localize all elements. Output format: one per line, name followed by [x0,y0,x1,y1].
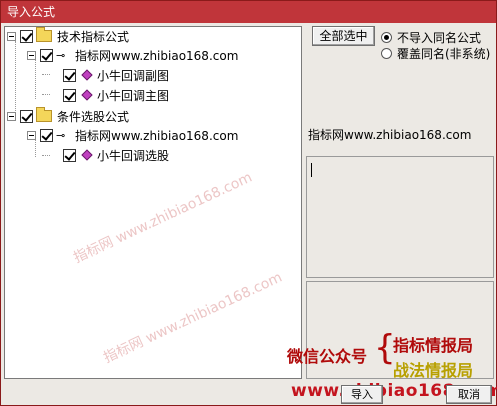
tree-node-label: 指标网www.zhibiao168.com [75,128,239,143]
dialog-title: 导入公式 [1,1,496,23]
key-icon: ⊸ [56,48,66,62]
tree-node-tech-indicators[interactable]: 技术指标公式 [7,27,129,45]
formula-tree[interactable]: 技术指标公式 ⊸ 指标网www.zhibiao168.com 小牛回调副图 小牛… [4,26,302,379]
watermark: 指标网 www.zhibiao168.com [101,269,285,367]
import-formula-dialog: 导入公式 技术指标公式 ⊸ 指标网www.zhibiao168.com 小牛回调… [0,0,497,406]
radio-skip-duplicates[interactable]: 不导入同名公式 [381,29,481,46]
checkbox[interactable] [63,68,76,82]
checkbox[interactable] [40,128,53,142]
formula-icon [81,89,93,101]
tree-connector [42,155,50,156]
tree-node-label: 指标网www.zhibiao168.com [75,48,239,63]
checkbox[interactable] [20,109,33,123]
tree-node-stock-screening[interactable]: 条件选股公式 [7,107,129,125]
import-button[interactable]: 导入 [341,385,383,404]
formula-description-box[interactable] [306,156,494,278]
checkbox[interactable] [20,29,33,43]
text-caret [311,163,312,177]
radio-label: 覆盖同名(非系统) [397,47,491,61]
tree-node-formula[interactable]: 小牛回调主图 [63,86,169,104]
tree-node-label: 小牛回调副图 [97,68,170,83]
folder-icon [36,27,52,42]
collapse-icon[interactable] [27,50,36,60]
collapse-icon[interactable] [7,111,16,121]
checkbox[interactable] [63,148,76,162]
promo-line-1: 指标情报局 [393,336,474,355]
tree-node-label: 技术指标公式 [57,29,130,44]
tree-node-formula[interactable]: 小牛回调选股 [63,146,169,164]
collapse-icon[interactable] [27,130,36,140]
cancel-button[interactable]: 取消 [446,385,492,404]
tree-node-formula[interactable]: 小牛回调副图 [63,66,169,84]
folder-icon [36,107,52,122]
selected-formula-name: 指标网www.zhibiao168.com [308,128,472,142]
checkbox[interactable] [63,88,76,102]
tree-node-label: 条件选股公式 [57,109,130,124]
key-icon: ⊸ [56,128,66,142]
checkbox[interactable] [40,48,53,62]
formula-icon [81,69,93,81]
tree-node-label: 小牛回调主图 [97,88,170,103]
radio-label: 不导入同名公式 [397,31,482,45]
formula-icon [81,149,93,161]
radio-overwrite-duplicates[interactable]: 覆盖同名(非系统) [381,45,490,62]
radio-button[interactable] [381,32,392,43]
watermark: 指标网 www.zhibiao168.com [71,169,255,267]
tree-connector [42,74,50,75]
radio-button[interactable] [381,48,392,59]
tree-node-author[interactable]: ⊸ 指标网www.zhibiao168.com [27,46,238,64]
wechat-label: 微信公众号 [287,347,368,366]
tree-node-label: 小牛回调选股 [97,148,170,163]
tree-connector [42,94,50,95]
tree-connector [35,59,36,99]
select-all-button[interactable]: 全部选中 [312,26,375,46]
promo-line-2: 战法情报局 [393,361,474,380]
collapse-icon[interactable] [7,31,16,41]
tree-node-author[interactable]: ⊸ 指标网www.zhibiao168.com [27,126,238,144]
